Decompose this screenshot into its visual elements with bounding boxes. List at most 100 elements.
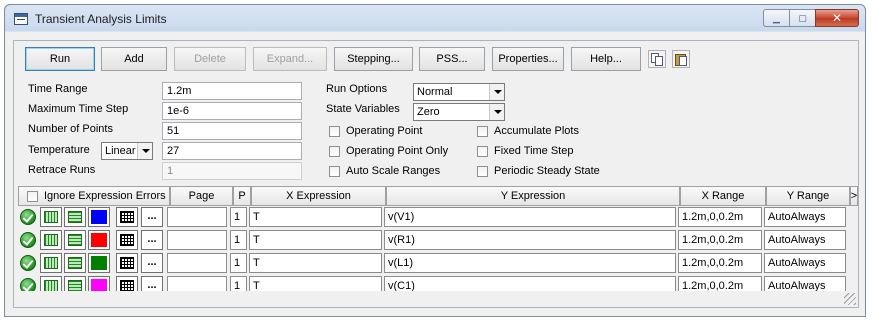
- grid-icon[interactable]: [116, 207, 138, 227]
- maximize-button[interactable]: ▢: [789, 9, 815, 27]
- column-header-page[interactable]: Page: [170, 186, 233, 206]
- operating-point-only-checkbox[interactable]: [329, 146, 340, 157]
- x-range-cell[interactable]: 1.2m,0,0.2m: [678, 207, 762, 227]
- max-time-step-field[interactable]: 1e-6: [162, 102, 302, 120]
- y-expression-cell[interactable]: v(L1): [384, 253, 676, 273]
- operating-point-label: Operating Point: [346, 125, 423, 137]
- checkmark-icon[interactable]: [20, 255, 36, 271]
- ignore-errors-label: Ignore Expression Errors: [44, 190, 166, 202]
- more-columns-button[interactable]: >: [850, 186, 858, 206]
- temperature-field[interactable]: 27: [162, 142, 302, 160]
- checkmark-icon[interactable]: [20, 209, 36, 225]
- operating-point-checkbox[interactable]: [329, 126, 340, 137]
- plot-bars-horizontal-icon[interactable]: [64, 253, 86, 273]
- retrace-runs-field[interactable]: 1: [162, 162, 302, 180]
- x-expression-cell[interactable]: T: [249, 230, 382, 250]
- time-range-field[interactable]: 1.2m: [162, 82, 302, 100]
- accumulate-plots-label: Accumulate Plots: [494, 125, 579, 137]
- plot-bars-vertical-icon[interactable]: [40, 207, 62, 227]
- y-expression-cell[interactable]: v(V1): [384, 207, 676, 227]
- column-header-y-range[interactable]: Y Range: [766, 186, 850, 206]
- run-options-value: Normal: [417, 86, 453, 98]
- maximize-icon: ▢: [798, 12, 807, 23]
- x-expression-cell[interactable]: T: [249, 253, 382, 273]
- options-button[interactable]: ...: [141, 207, 163, 227]
- status-bar: [14, 291, 858, 307]
- time-range-label: Time Range: [28, 83, 88, 95]
- checkmark-icon[interactable]: [20, 232, 36, 248]
- plot-bars-vertical-icon[interactable]: [40, 230, 62, 250]
- chevron-down-icon: [489, 84, 504, 100]
- ignore-errors-checkbox[interactable]: [27, 190, 38, 202]
- column-header-y-expression[interactable]: Y Expression: [386, 186, 680, 206]
- temperature-mode-select[interactable]: Linear: [101, 142, 153, 160]
- column-header-x-range[interactable]: X Range: [680, 186, 766, 206]
- retrace-runs-label: Retrace Runs: [28, 164, 96, 176]
- run-options-label: Run Options: [326, 83, 388, 95]
- plot-bars-horizontal-icon[interactable]: [64, 207, 86, 227]
- transient-analysis-window: Transient Analysis Limits ▁ ▢ ✕ Run Add …: [4, 4, 866, 317]
- accumulate-plots-checkbox[interactable]: [477, 126, 488, 137]
- ignore-errors-header: Ignore Expression Errors: [18, 186, 170, 206]
- delete-button[interactable]: Delete: [174, 47, 246, 71]
- page-cell[interactable]: [167, 207, 227, 227]
- x-expression-cell[interactable]: T: [249, 207, 382, 227]
- x-range-cell[interactable]: 1.2m,0,0.2m: [678, 230, 762, 250]
- resize-grip-icon[interactable]: [844, 293, 856, 305]
- max-time-step-label: Maximum Time Step: [28, 103, 129, 115]
- pss-button[interactable]: PSS...: [419, 47, 485, 71]
- page-cell[interactable]: [167, 230, 227, 250]
- app-icon: [14, 13, 28, 25]
- expand-button[interactable]: Expand...: [253, 47, 327, 71]
- y-range-cell[interactable]: AutoAlways: [764, 253, 846, 273]
- grid-icon[interactable]: [116, 253, 138, 273]
- color-swatch[interactable]: [88, 253, 110, 273]
- add-button[interactable]: Add: [101, 47, 167, 71]
- chevron-down-icon: [137, 143, 152, 159]
- temperature-label: Temperature: [28, 144, 90, 156]
- fixed-time-step-label: Fixed Time Step: [494, 145, 574, 157]
- auto-scale-ranges-label: Auto Scale Ranges: [346, 165, 441, 177]
- num-points-field[interactable]: 51: [162, 122, 302, 140]
- minimize-icon: ▁: [773, 12, 780, 23]
- stepping-button[interactable]: Stepping...: [334, 47, 413, 71]
- options-button[interactable]: ...: [141, 230, 163, 250]
- y-range-cell[interactable]: AutoAlways: [764, 207, 846, 227]
- options-button[interactable]: ...: [141, 253, 163, 273]
- p-cell[interactable]: 1: [230, 253, 247, 273]
- y-range-cell[interactable]: AutoAlways: [764, 230, 846, 250]
- state-variables-label: State Variables: [326, 103, 400, 115]
- paste-icon[interactable]: [672, 50, 690, 68]
- grid-icon[interactable]: [116, 230, 138, 250]
- column-header-p[interactable]: P: [233, 186, 251, 206]
- p-cell[interactable]: 1: [230, 207, 247, 227]
- chevron-down-icon: [489, 104, 504, 120]
- y-expression-cell[interactable]: v(R1): [384, 230, 676, 250]
- run-options-select[interactable]: Normal: [413, 83, 505, 101]
- color-swatch[interactable]: [88, 207, 110, 227]
- run-button[interactable]: Run: [25, 47, 95, 71]
- periodic-steady-state-label: Periodic Steady State: [494, 165, 600, 177]
- page-cell[interactable]: [167, 253, 227, 273]
- copy-icon[interactable]: [648, 50, 666, 68]
- window-title: Transient Analysis Limits: [35, 12, 167, 26]
- x-range-cell[interactable]: 1.2m,0,0.2m: [678, 253, 762, 273]
- title-bar[interactable]: Transient Analysis Limits ▁ ▢ ✕: [5, 5, 865, 33]
- help-button[interactable]: Help...: [571, 47, 641, 71]
- close-button[interactable]: ✕: [815, 9, 859, 27]
- fixed-time-step-checkbox[interactable]: [477, 146, 488, 157]
- minimize-button[interactable]: ▁: [763, 9, 789, 27]
- close-icon: ✕: [831, 11, 843, 25]
- state-variables-select[interactable]: Zero: [413, 103, 505, 121]
- plot-bars-vertical-icon[interactable]: [40, 253, 62, 273]
- color-swatch[interactable]: [88, 230, 110, 250]
- p-cell[interactable]: 1: [230, 230, 247, 250]
- properties-button[interactable]: Properties...: [492, 47, 564, 71]
- column-header-x-expression[interactable]: X Expression: [251, 186, 386, 206]
- plot-bars-horizontal-icon[interactable]: [64, 230, 86, 250]
- temperature-mode-value: Linear: [105, 145, 136, 157]
- dialog-body: Run Add Delete Expand... Stepping... PSS…: [13, 40, 859, 308]
- auto-scale-ranges-checkbox[interactable]: [329, 166, 340, 177]
- operating-point-only-label: Operating Point Only: [346, 145, 449, 157]
- periodic-steady-state-checkbox[interactable]: [477, 166, 488, 177]
